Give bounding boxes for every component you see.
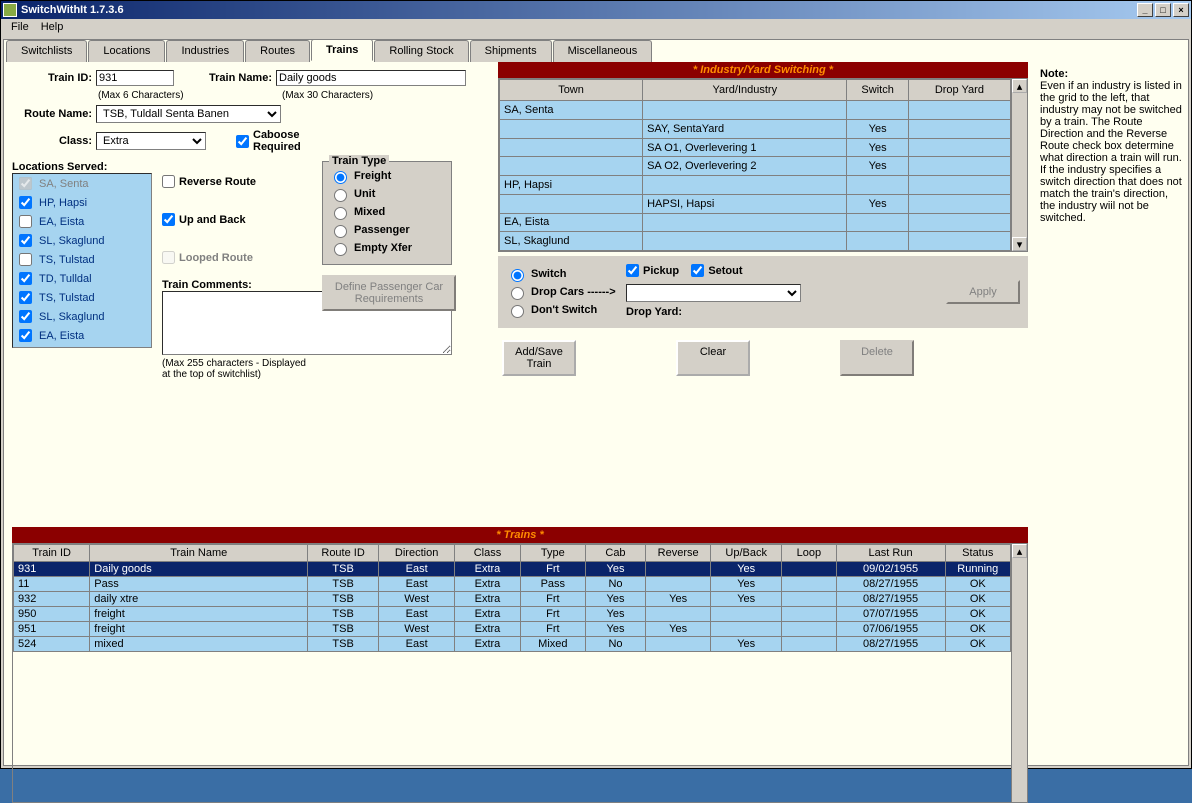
delete-button: Delete	[840, 340, 914, 376]
tab-rolling-stock[interactable]: Rolling Stock	[374, 40, 468, 62]
switch-panel: Switch Drop Cars ------> Don't Switch Pi…	[498, 256, 1028, 328]
list-item[interactable]: HP, Hapsi	[13, 345, 151, 348]
table-row[interactable]: HAPSI, HapsiYes	[500, 194, 1011, 213]
pickup-checkbox[interactable]: Pickup	[626, 264, 679, 277]
app-window: SwitchWithIt 1.7.3.6 _ □ × File Help Swi…	[0, 0, 1192, 769]
minimize-button[interactable]: _	[1137, 3, 1153, 17]
train-type-mixed[interactable]: Mixed	[329, 204, 445, 220]
tab-industries[interactable]: Industries	[166, 40, 244, 62]
train-name-label: Train Name:	[196, 72, 276, 84]
industry-grid: TownYard/IndustrySwitchDrop YardSA, Sent…	[498, 78, 1028, 252]
list-item[interactable]: TS, Tulstad	[13, 250, 151, 269]
list-item[interactable]: HP, Hapsi	[13, 193, 151, 212]
train-type-passenger[interactable]: Passenger	[329, 222, 445, 238]
train-id-hint: (Max 6 Characters)	[98, 90, 198, 101]
add-save-train-button[interactable]: Add/Save Train	[502, 340, 576, 376]
menu-help[interactable]: Help	[35, 20, 70, 36]
table-row[interactable]: EA, Eista	[500, 213, 1011, 232]
trains-header: * Trains *	[12, 527, 1028, 543]
tab-switchlists[interactable]: Switchlists	[6, 40, 87, 62]
table-row[interactable]: SA O1, Overlevering 1Yes	[500, 138, 1011, 157]
table-row[interactable]: 524mixedTSBEastExtraMixedNoYes08/27/1955…	[14, 637, 1011, 652]
train-id-label: Train ID:	[12, 72, 96, 84]
drop-cars-radio[interactable]: Drop Cars ------>	[506, 284, 616, 300]
note-title: Note:	[1040, 68, 1182, 80]
up-and-back-checkbox[interactable]: Up and Back	[162, 213, 246, 226]
drop-yard-label: Drop Yard:	[626, 306, 686, 318]
table-row[interactable]: 932daily xtreTSBWestExtraFrtYesYesYes08/…	[14, 592, 1011, 607]
tab-locations[interactable]: Locations	[88, 40, 165, 62]
menu-bar: File Help	[1, 19, 1191, 37]
locations-served-label: Locations Served:	[12, 161, 152, 173]
tab-routes[interactable]: Routes	[245, 40, 310, 62]
train-type-unit[interactable]: Unit	[329, 186, 445, 202]
locations-listbox[interactable]: SA, SentaHP, HapsiEA, EistaSL, SkaglundT…	[12, 173, 152, 348]
maximize-button[interactable]: □	[1155, 3, 1171, 17]
setout-checkbox[interactable]: Setout	[691, 264, 742, 277]
list-item[interactable]: SA, Senta	[13, 174, 151, 193]
note-panel: Note: Even if an industry is listed in t…	[1036, 64, 1186, 228]
reverse-route-checkbox[interactable]: Reverse Route	[162, 175, 256, 188]
title-bar: SwitchWithIt 1.7.3.6 _ □ ×	[1, 1, 1191, 19]
train-id-input[interactable]	[96, 70, 174, 86]
class-select[interactable]: Extra	[96, 132, 206, 150]
close-button[interactable]: ×	[1173, 3, 1189, 17]
app-icon	[3, 3, 17, 17]
list-item[interactable]: TD, Tulldal	[13, 269, 151, 288]
drop-cars-select[interactable]	[626, 284, 801, 302]
list-item[interactable]: EA, Eista	[13, 326, 151, 345]
train-comments-label: Train Comments:	[162, 279, 312, 291]
trains-grid[interactable]: Train IDTrain NameRoute IDDirectionClass…	[12, 543, 1028, 803]
table-row[interactable]: SA, Senta	[500, 101, 1011, 120]
clear-button[interactable]: Clear	[676, 340, 750, 376]
list-item[interactable]: SL, Skaglund	[13, 307, 151, 326]
tab-trains[interactable]: Trains	[311, 39, 373, 61]
route-name-label: Route Name:	[12, 108, 96, 120]
industry-grid-scrollbar[interactable]: ▴ ▾	[1011, 79, 1027, 251]
train-type-empty-xfer[interactable]: Empty Xfer	[329, 240, 445, 256]
tab-strip: SwitchlistsLocationsIndustriesRoutesTrai…	[6, 39, 653, 61]
caboose-checkbox[interactable]: Caboose Required	[236, 129, 313, 153]
train-name-input[interactable]	[276, 70, 466, 86]
switch-radio[interactable]: Switch	[506, 266, 616, 282]
define-passenger-button: Define Passenger Car Requirements	[322, 275, 456, 311]
note-body: Even if an industry is listed in the gri…	[1040, 80, 1182, 224]
tab-body: Train ID: Train Name: (Max 6 Characters)…	[4, 62, 1188, 765]
list-item[interactable]: EA, Eista	[13, 212, 151, 231]
train-type-freight[interactable]: Freight	[329, 168, 445, 184]
table-row[interactable]: HP, Hapsi	[500, 176, 1011, 195]
class-label: Class:	[12, 135, 96, 147]
table-row[interactable]: 11PassTSBEastExtraPassNoYes08/27/1955OK	[14, 577, 1011, 592]
menu-file[interactable]: File	[5, 20, 35, 36]
tab-shipments[interactable]: Shipments	[470, 40, 552, 62]
trains-grid-scrollbar[interactable]: ▴	[1011, 544, 1027, 802]
looped-route-checkbox: Looped Route	[162, 251, 253, 264]
table-row[interactable]: SL, Skaglund	[500, 232, 1011, 251]
table-row[interactable]: SAY, SentaYardYes	[500, 119, 1011, 138]
table-row[interactable]: 950freightTSBEastExtraFrtYes07/07/1955OK	[14, 607, 1011, 622]
table-row[interactable]: 951freightTSBWestExtraFrtYesYes07/06/195…	[14, 622, 1011, 637]
train-type-fieldset: Train Type FreightUnitMixedPassengerEmpt…	[322, 161, 452, 265]
train-comments-hint: (Max 255 characters - Displayed at the t…	[162, 358, 312, 380]
train-name-hint: (Max 30 Characters)	[282, 90, 373, 101]
list-item[interactable]: TS, Tulstad	[13, 288, 151, 307]
content-area: SwitchlistsLocationsIndustriesRoutesTrai…	[3, 39, 1189, 766]
apply-button: Apply	[946, 280, 1020, 304]
window-title: SwitchWithIt 1.7.3.6	[21, 4, 124, 16]
dont-switch-radio[interactable]: Don't Switch	[506, 302, 616, 318]
route-name-select[interactable]: TSB, Tuldall Senta Banen	[96, 105, 281, 123]
industry-switching-header: * Industry/Yard Switching *	[498, 62, 1028, 78]
tab-miscellaneous[interactable]: Miscellaneous	[553, 40, 653, 62]
list-item[interactable]: SL, Skaglund	[13, 231, 151, 250]
table-row[interactable]: SA O2, Overlevering 2Yes	[500, 157, 1011, 176]
table-row[interactable]: 931Daily goodsTSBEastExtraFrtYesYes09/02…	[14, 562, 1011, 577]
